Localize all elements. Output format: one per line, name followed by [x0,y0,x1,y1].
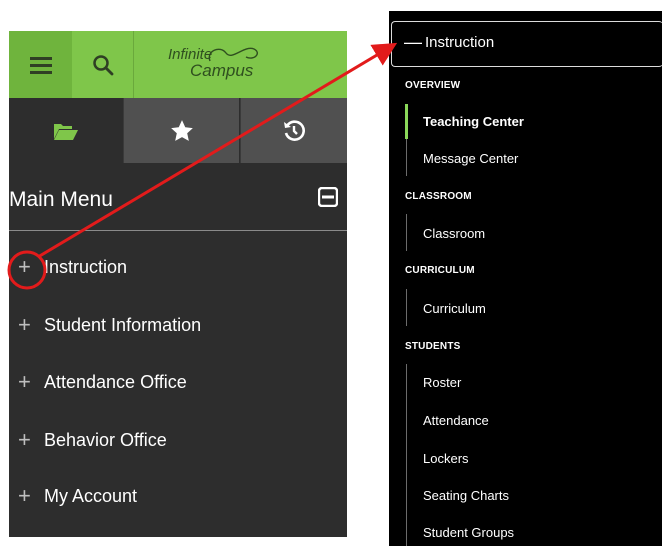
submenu-bar [406,364,407,546]
menu-item-label: Attendance Office [44,371,187,392]
tab-main-menu[interactable] [9,98,123,163]
plus-icon: + [18,427,31,452]
submenu-item-message-center[interactable]: Message Center [423,151,518,166]
left-navigation-panel: Infinite Campus Main Menu + Instruction … [9,31,347,537]
folder-open-icon [54,123,78,140]
main-menu-divider [9,230,347,231]
section-curriculum: CURRICULUM [405,265,475,276]
tab-recent[interactable] [240,98,347,163]
tab-favorites[interactable] [123,98,239,163]
main-menu-title: Main Menu [9,188,113,211]
search-button[interactable] [72,31,134,98]
section-students: STUDENTS [405,341,461,352]
submenu-item-roster[interactable]: Roster [423,375,461,390]
submenu-bar [406,139,407,176]
menu-button[interactable] [9,31,72,98]
submenu-item-lockers[interactable]: Lockers [423,451,469,466]
section-overview: OVERVIEW [405,80,461,91]
infinite-campus-logo: Infinite Campus [142,43,262,83]
hamburger-icon [29,56,52,74]
menu-item-attendance-office[interactable]: + Attendance Office [18,367,187,397]
plus-icon: + [18,312,31,337]
menu-item-label: Behavior Office [44,429,167,450]
submenu-bar [406,289,407,326]
submenu-bar [406,214,407,251]
submenu-item-curriculum[interactable]: Curriculum [423,301,486,316]
menu-item-label: Student Information [44,314,202,335]
star-icon [170,119,193,141]
app-top-bar: Infinite Campus [9,31,347,98]
menu-item-instruction[interactable]: + Instruction [18,252,127,282]
submenu-item-student-groups[interactable]: Student Groups [423,525,514,540]
history-icon [284,119,305,141]
menu-item-behavior-office[interactable]: + Behavior Office [18,425,167,455]
instruction-header-label: Instruction [425,34,495,51]
search-icon [92,54,113,75]
active-indicator [405,104,408,139]
submenu-item-seating-charts[interactable]: Seating Charts [423,488,509,503]
section-classroom: CLASSROOM [405,191,472,202]
instruction-submenu-panel: — Instruction OVERVIEW Teaching Center M… [389,11,662,546]
main-menu-header: Main Menu [9,183,347,229]
minus-icon: — [404,32,422,52]
instruction-header[interactable]: — Instruction [391,21,662,67]
menu-item-my-account[interactable]: + My Account [18,481,137,511]
plus-icon: + [18,483,31,508]
menu-item-label: Instruction [44,256,128,277]
plus-icon: + [18,254,31,279]
submenu-item-attendance[interactable]: Attendance [423,413,489,428]
menu-item-student-information[interactable]: + Student Information [18,310,201,340]
logo-swirl-icon [208,47,258,62]
plus-icon: + [18,369,31,394]
menu-tabs [9,98,347,163]
menu-item-label: My Account [44,485,138,506]
collapse-icon[interactable] [318,187,338,207]
submenu-item-teaching-center[interactable]: Teaching Center [423,114,524,129]
submenu-item-classroom[interactable]: Classroom [423,226,485,241]
